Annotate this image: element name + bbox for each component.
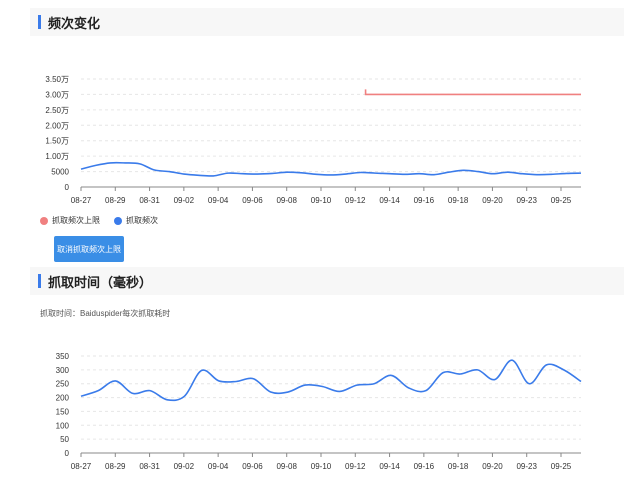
frequency-chart-legend: 抓取频次上限 抓取频次 <box>40 215 158 226</box>
x-tick-label: 08-27 <box>71 462 92 471</box>
y-tick-label: 50 <box>60 435 69 444</box>
x-tick-label: 09-25 <box>551 462 572 471</box>
y-tick-label: 3.00万 <box>45 90 69 99</box>
x-tick-label: 09-14 <box>379 196 400 205</box>
x-tick-label: 09-08 <box>276 196 297 205</box>
y-tick-label: 3.50万 <box>45 75 69 84</box>
x-tick-label: 09-04 <box>208 196 229 205</box>
x-tick-label: 09-18 <box>448 196 469 205</box>
x-tick-label: 09-23 <box>516 462 537 471</box>
y-tick-label: 5000 <box>51 168 69 177</box>
x-tick-label: 09-08 <box>276 462 297 471</box>
crawl-time-description: 抓取时间：Baiduspider每次抓取耗时 <box>40 309 171 318</box>
x-tick-label: 08-31 <box>139 462 160 471</box>
x-tick-label: 09-16 <box>414 196 435 205</box>
x-tick-label: 09-12 <box>345 196 366 205</box>
y-tick-label: 100 <box>56 421 70 430</box>
frequency-section-header: 频次变化 <box>30 8 624 36</box>
legend-freq-marker <box>114 216 122 225</box>
x-tick-label: 09-23 <box>516 196 537 205</box>
x-tick-label: 09-10 <box>311 196 332 205</box>
x-tick-label: 09-14 <box>379 462 400 471</box>
x-tick-label: 08-27 <box>71 196 92 205</box>
y-tick-label: 2.50万 <box>45 106 69 115</box>
legend-item-freq[interactable]: 抓取频次 <box>114 215 158 226</box>
y-tick-label: 350 <box>56 352 70 361</box>
legend-limit-label: 抓取频次上限 <box>52 216 100 225</box>
x-tick-label: 09-25 <box>551 196 572 205</box>
y-tick-label: 1.00万 <box>45 152 69 161</box>
frequency-chart: 0 5000 1.00万 1.50万 2.00万 2.50万 3.00万 3.50万 08-27… <box>45 75 582 205</box>
y-tick-label: 150 <box>56 407 70 416</box>
x-tick-label: 09-18 <box>448 462 469 471</box>
series-line-0 <box>80 359 582 402</box>
x-tick-label: 09-10 <box>311 462 332 471</box>
x-tick-label: 09-02 <box>174 196 195 205</box>
y-tick-label: 200 <box>56 394 70 403</box>
legend-item-limit[interactable]: 抓取频次上限 <box>40 215 100 226</box>
y-tick-label: 2.00万 <box>45 121 69 130</box>
legend-limit-marker <box>40 216 48 225</box>
x-tick-label: 08-31 <box>139 196 160 205</box>
x-tick-label: 09-12 <box>345 462 366 471</box>
frequency-section-title: 频次变化 <box>48 16 101 32</box>
x-tick-label: 09-02 <box>174 462 195 471</box>
y-tick-label: 1.50万 <box>45 137 69 146</box>
y-tick-label: 300 <box>56 366 70 375</box>
x-tick-label: 08-29 <box>105 196 126 205</box>
x-tick-label: 09-06 <box>242 196 263 205</box>
crawl-time-section-title: 抓取时间（毫秒） <box>48 275 153 291</box>
section-accent-bar <box>38 15 41 29</box>
x-tick-label: 09-16 <box>414 462 435 471</box>
x-tick-label: 09-20 <box>482 462 503 471</box>
series-line-limit <box>364 89 581 96</box>
y-tick-label: 0 <box>65 183 70 192</box>
y-tick-label: 250 <box>56 380 70 389</box>
x-tick-label: 09-04 <box>208 462 229 471</box>
crawl-time-chart: 0 50 100 150 200 250 300 350 08-27 08-29 08-31 09-0… <box>56 352 582 471</box>
legend-freq-label: 抓取频次 <box>126 216 158 225</box>
crawl-time-section-header: 抓取时间（毫秒） <box>30 267 624 295</box>
x-tick-label: 08-29 <box>105 462 126 471</box>
cancel-frequency-limit-button[interactable]: 取消抓取频次上限 <box>54 236 124 262</box>
x-tick-label: 09-06 <box>242 462 263 471</box>
x-tick-label: 09-20 <box>482 196 503 205</box>
y-tick-label: 0 <box>65 449 70 458</box>
section-accent-bar <box>38 274 41 288</box>
